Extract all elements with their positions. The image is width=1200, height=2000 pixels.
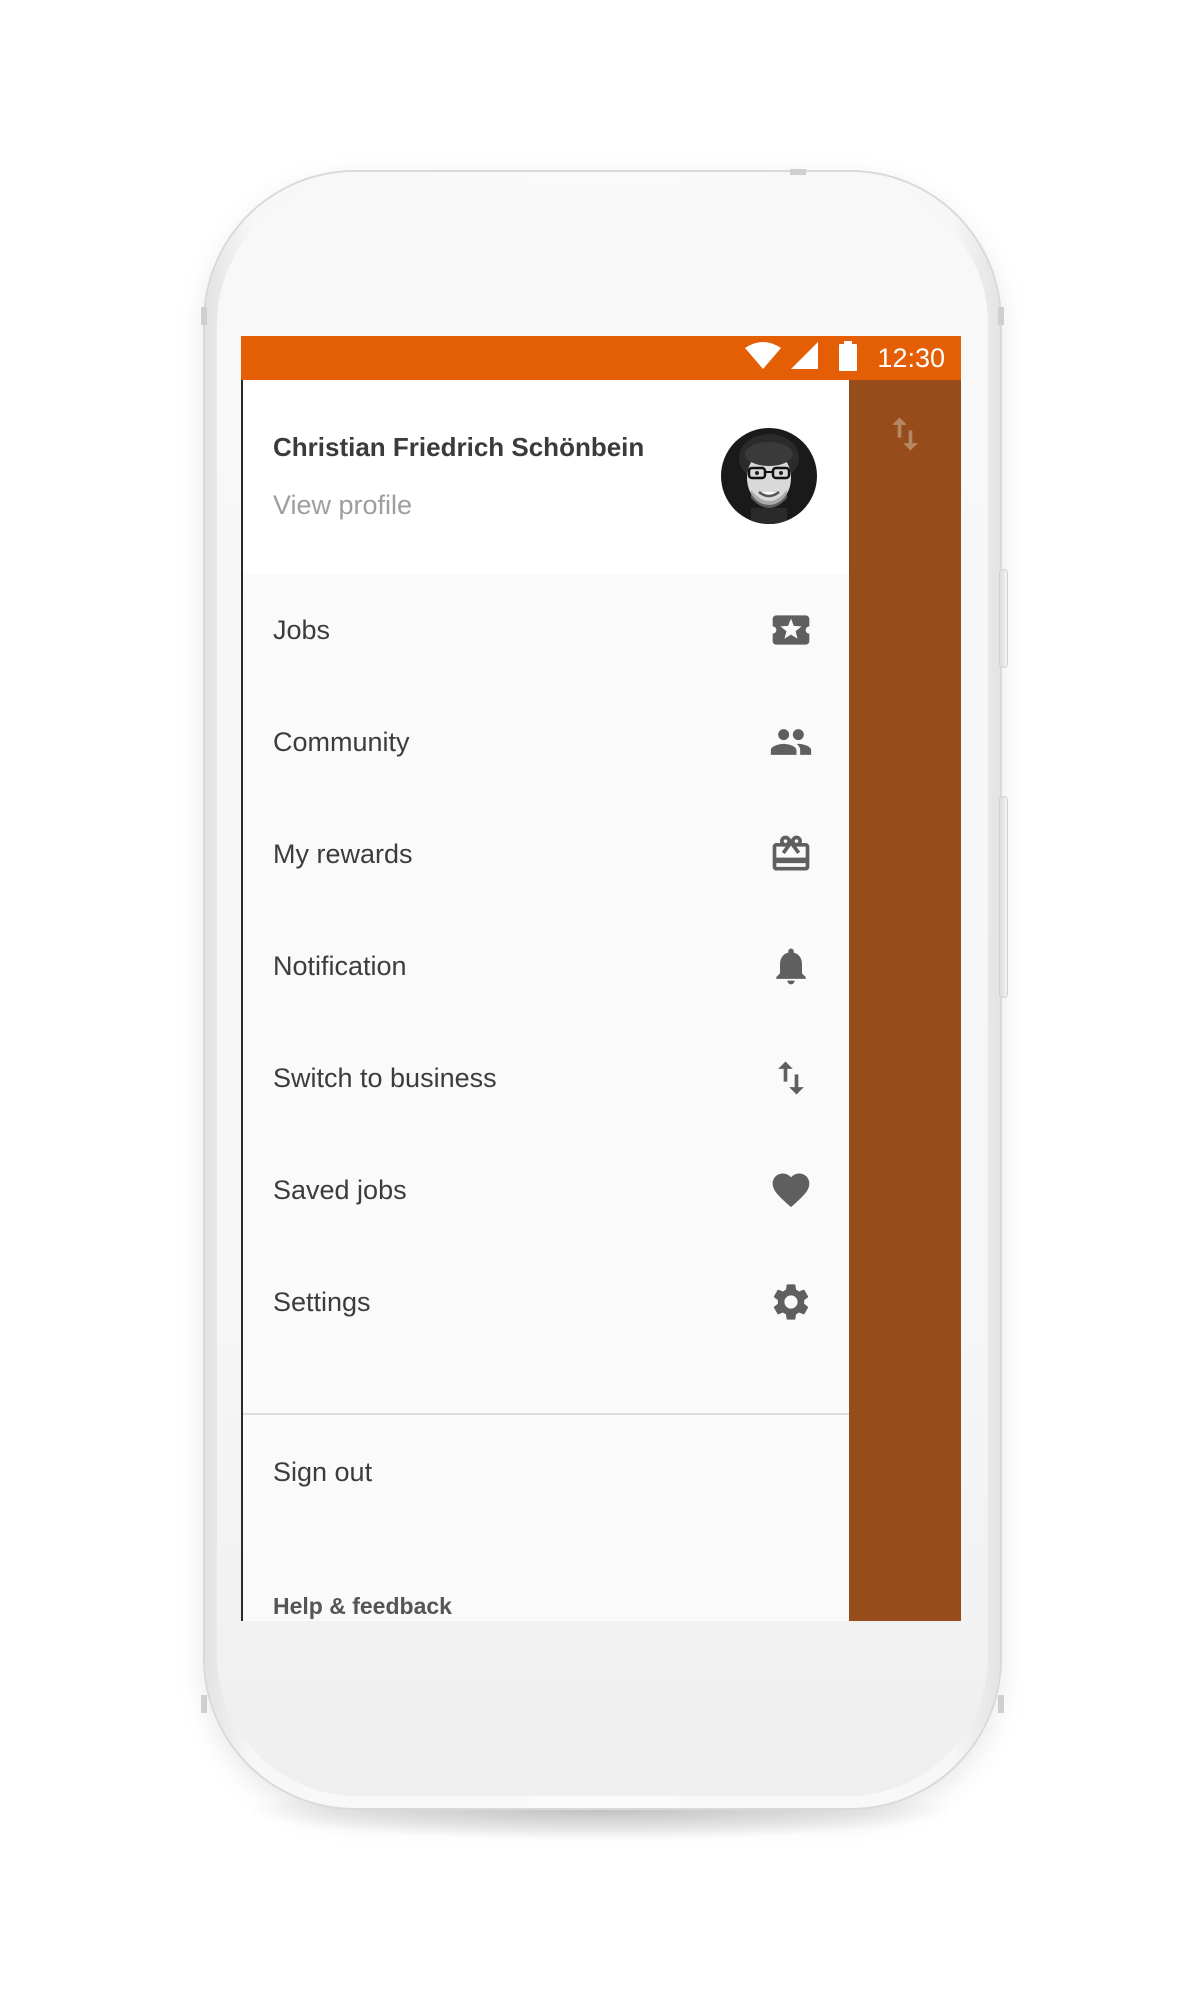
menu-item-switch-to-business[interactable]: Switch to business (243, 1022, 849, 1134)
avatar[interactable] (721, 428, 817, 524)
wifi-icon (745, 341, 782, 375)
status-bar: 12:30 (241, 336, 961, 380)
people-icon (769, 720, 813, 764)
status-icons: 12:30 (745, 336, 945, 380)
power-button (1000, 570, 1007, 667)
stage: 12:30 Christian Friedrich Schönbein View… (0, 0, 1200, 2000)
menu-item-label: Settings (273, 1287, 371, 1317)
menu-item-label: Community (273, 727, 410, 757)
bell-icon (769, 944, 813, 988)
help-feedback-link[interactable]: Help & feedback (273, 1593, 452, 1620)
jobs-ticket-star-icon (769, 608, 813, 652)
menu-item-label: My rewards (273, 839, 413, 869)
menu-item-label: Saved jobs (273, 1175, 407, 1205)
menu-item-notification[interactable]: Notification (243, 910, 849, 1022)
menu-item-community[interactable]: Community (243, 686, 849, 798)
drawer-scrim[interactable] (849, 380, 961, 1621)
navigation-drawer: Christian Friedrich Schönbein View profi… (241, 380, 849, 1621)
volume-button (1000, 797, 1007, 997)
phone-antenna-line (998, 307, 1004, 325)
menu-item-my-rewards[interactable]: My rewards (243, 798, 849, 910)
gift-card-icon (769, 832, 813, 876)
swap-arrows-icon (769, 1056, 813, 1100)
cellular-signal-icon (791, 341, 819, 375)
user-name: Christian Friedrich Schönbein (273, 432, 645, 462)
battery-icon (839, 340, 858, 376)
menu-item-saved-jobs[interactable]: Saved jobs (243, 1134, 849, 1246)
menu-item-label: Switch to business (273, 1063, 497, 1093)
menu-item-settings[interactable]: Settings (243, 1246, 849, 1358)
view-profile-link[interactable]: View profile (273, 490, 412, 521)
gear-icon (769, 1280, 813, 1324)
drawer-menu: Jobs Community My rewards Notification S… (243, 574, 849, 1358)
menu-divider (243, 1413, 849, 1415)
status-time: 12:30 (877, 342, 945, 373)
heart-icon (769, 1168, 813, 1212)
phone-antenna-line (998, 1695, 1004, 1713)
menu-item-label: Jobs (273, 615, 331, 645)
phone-screen: 12:30 Christian Friedrich Schönbein View… (241, 336, 961, 1621)
menu-item-label: Notification (273, 951, 407, 981)
phone-top-notch (790, 169, 806, 175)
menu-item-jobs[interactable]: Jobs (243, 574, 849, 686)
phone-antenna-line (201, 307, 207, 325)
swap-arrows-icon[interactable] (883, 412, 927, 456)
sign-out-button[interactable]: Sign out (273, 1432, 372, 1512)
phone-antenna-line (201, 1695, 207, 1713)
drawer-header[interactable]: Christian Friedrich Schönbein View profi… (243, 380, 849, 574)
